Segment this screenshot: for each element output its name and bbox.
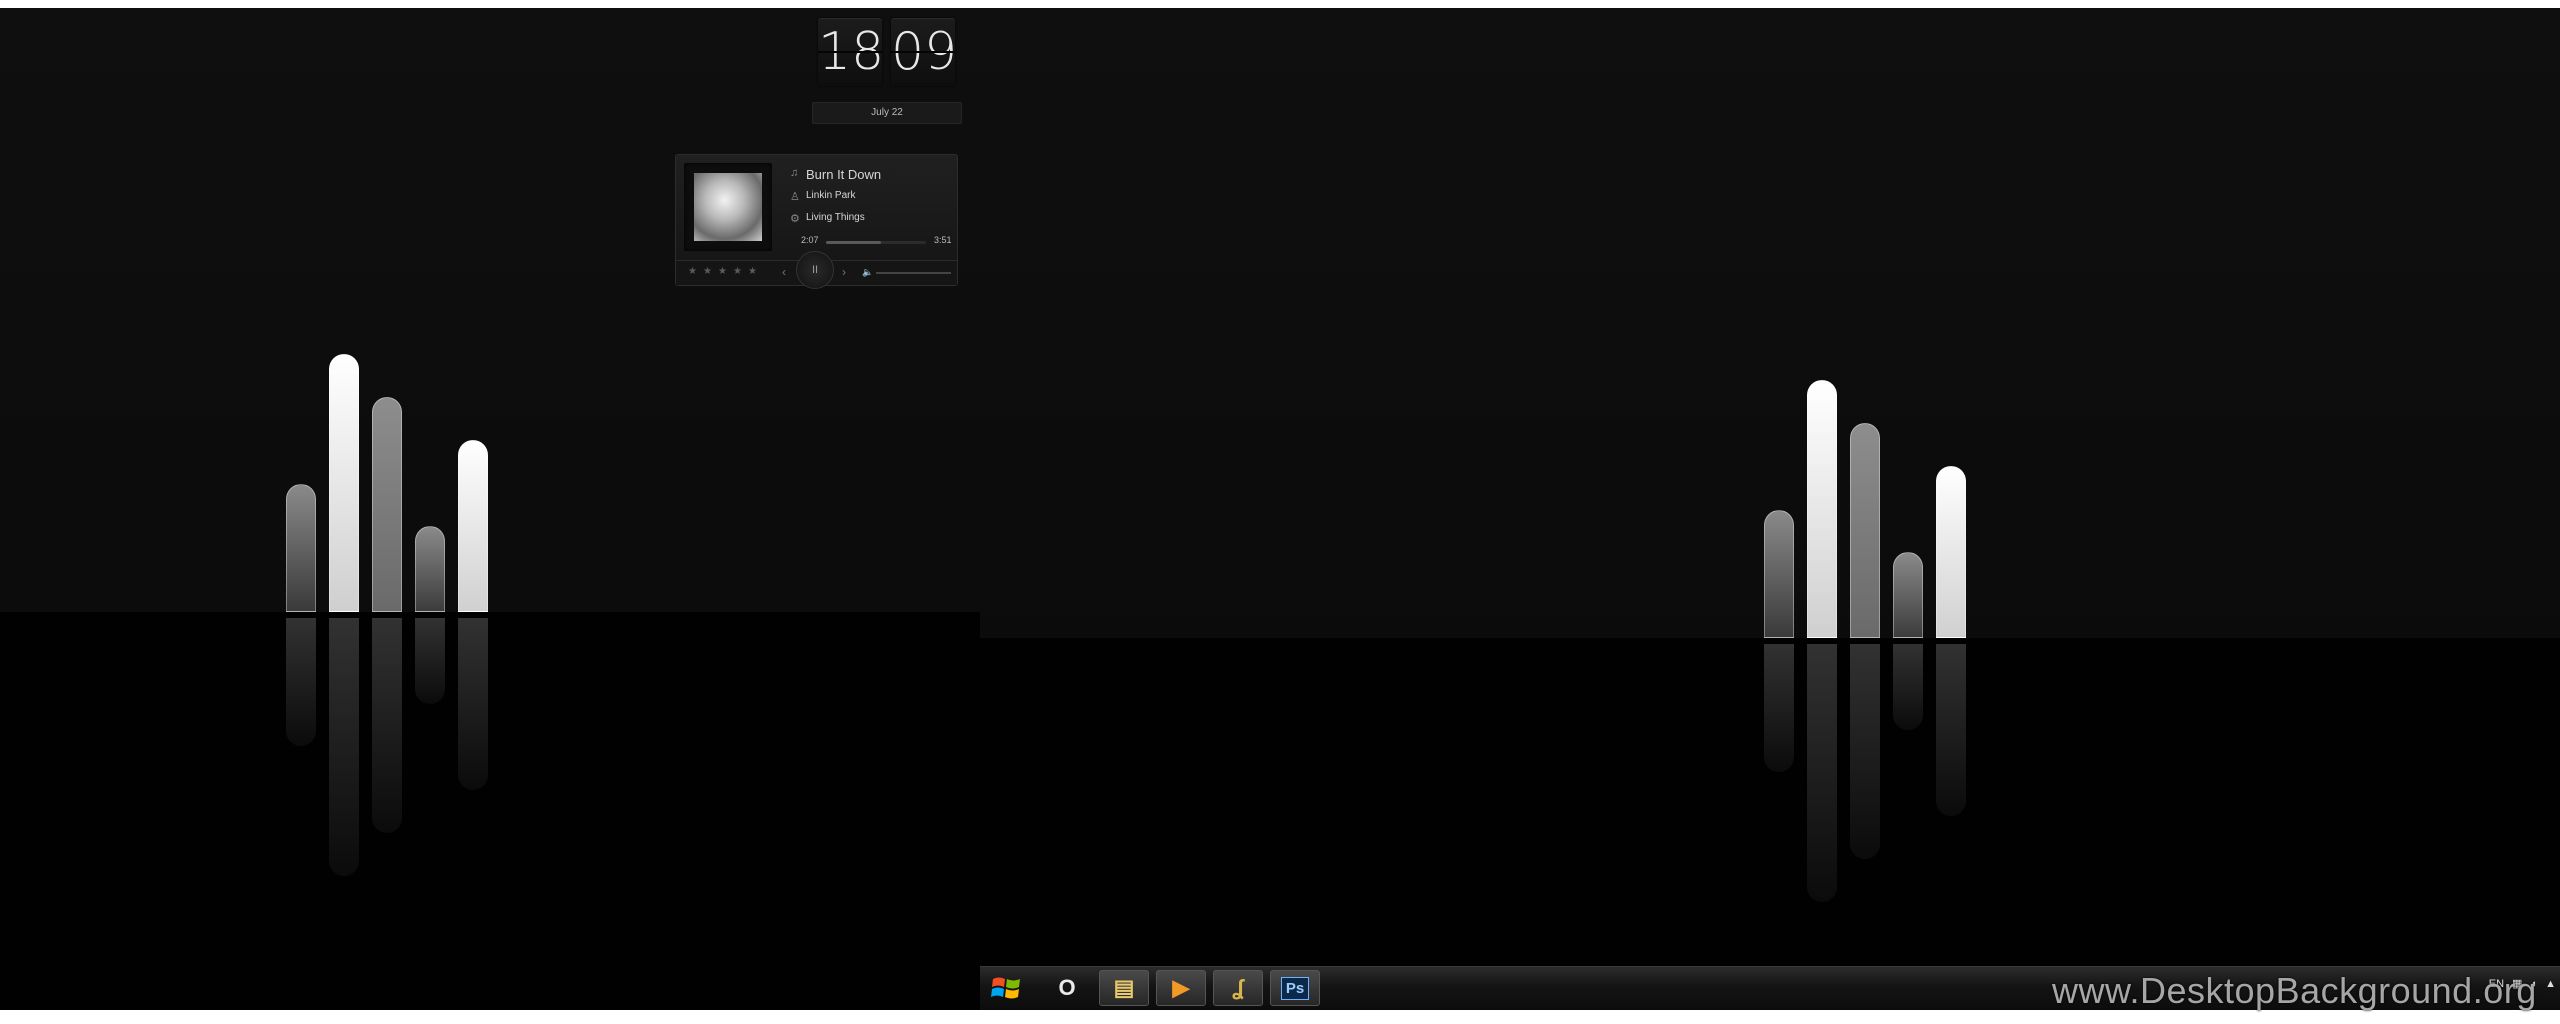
- volume-slider[interactable]: [876, 272, 951, 274]
- next-button[interactable]: ›: [842, 265, 846, 279]
- desktop-left: 18 09 July 22 ♫ Burn It Down ♙ Linkin Pa…: [0, 8, 980, 1010]
- track-album-row: ⚙ Living Things: [790, 212, 865, 225]
- progress-bar[interactable]: [826, 241, 926, 244]
- wallpaper-bar-reflection: [458, 618, 488, 790]
- wallpaper-bar: [329, 354, 359, 612]
- wallpaper-bar-reflection: [1850, 644, 1880, 859]
- start-button[interactable]: [982, 970, 1032, 1006]
- opera-icon: O: [1058, 975, 1076, 1000]
- previous-button[interactable]: ‹: [782, 265, 786, 279]
- wallpaper-bar: [1807, 380, 1837, 638]
- wallpaper-bar-reflection: [415, 618, 445, 704]
- music-player-widget: ♫ Burn It Down ♙ Linkin Park ⚙ Living Th…: [675, 154, 958, 289]
- wallpaper-bar-reflection: [1936, 644, 1966, 816]
- wallpaper-bar-reflection: [1893, 644, 1923, 730]
- wallpaper-bar: [1764, 510, 1794, 638]
- clock-date: July 22: [812, 102, 962, 124]
- total-time: 3:51: [934, 235, 952, 245]
- track-artist-row: ♙ Linkin Park: [790, 190, 856, 203]
- file-explorer-icon: ▤: [1113, 975, 1135, 1000]
- music-note-icon: ♫: [790, 167, 799, 179]
- wallpaper-bar: [1936, 466, 1966, 638]
- star-icon[interactable]: ★: [748, 266, 757, 277]
- star-icon[interactable]: ★: [703, 266, 712, 277]
- star-icon[interactable]: ★: [718, 266, 727, 277]
- photoshop-icon: Ps: [1280, 976, 1310, 1000]
- wallpaper-bar-reflection: [329, 618, 359, 876]
- clock-minutes: 09: [891, 18, 957, 86]
- photoshop-taskbar-button[interactable]: Ps: [1270, 970, 1320, 1006]
- windows-start-icon: [991, 977, 1020, 999]
- media-player-icon: ▶: [1172, 975, 1190, 1000]
- wallpaper-floor: [0, 612, 980, 1010]
- wallpaper-bar: [1893, 552, 1923, 638]
- file-explorer-taskbar-button[interactable]: ▤: [1099, 970, 1149, 1006]
- wallpaper-bar: [286, 484, 316, 612]
- audition-taskbar-button[interactable]: ʆ: [1213, 970, 1263, 1006]
- disc-icon: ⚙: [790, 213, 800, 225]
- watermark: www.DesktopBackground.org: [2052, 970, 2537, 1011]
- album-cover-image: [694, 173, 762, 241]
- track-title-row: ♫ Burn It Down: [790, 167, 882, 182]
- progress-fill: [826, 241, 881, 244]
- track-artist: Linkin Park: [806, 190, 856, 201]
- wallpaper-bar-reflection: [286, 618, 316, 746]
- person-icon: ♙: [790, 191, 800, 203]
- elapsed-time: 2:07: [801, 235, 819, 245]
- wallpaper-bar: [1850, 423, 1880, 638]
- audition-icon: ʆ: [1232, 975, 1244, 1000]
- pause-button[interactable]: II: [796, 251, 834, 289]
- media-player-taskbar-button[interactable]: ▶: [1156, 970, 1206, 1006]
- player-controls: ★ ★ ★ ★ ★ ‹ II › 🔈: [676, 251, 957, 289]
- album-art: [684, 163, 772, 251]
- notifications-icon[interactable]: ▲: [2545, 978, 2556, 990]
- star-icon[interactable]: ★: [733, 266, 742, 277]
- desktop-right: [980, 8, 2560, 1010]
- wallpaper-bar: [415, 526, 445, 612]
- wallpaper-bar: [372, 397, 402, 612]
- wallpaper-bar-reflection: [1807, 644, 1837, 902]
- opera-taskbar-button[interactable]: O: [1042, 970, 1092, 1006]
- speaker-icon[interactable]: 🔈: [862, 267, 873, 278]
- wallpaper-bar-reflection: [372, 618, 402, 833]
- track-title: Burn It Down: [806, 167, 882, 182]
- wallpaper-bar: [458, 440, 488, 612]
- clock-hours: 18: [818, 18, 884, 86]
- wallpaper-bar-reflection: [1764, 644, 1794, 772]
- track-album: Living Things: [806, 212, 865, 223]
- star-icon[interactable]: ★: [688, 266, 697, 277]
